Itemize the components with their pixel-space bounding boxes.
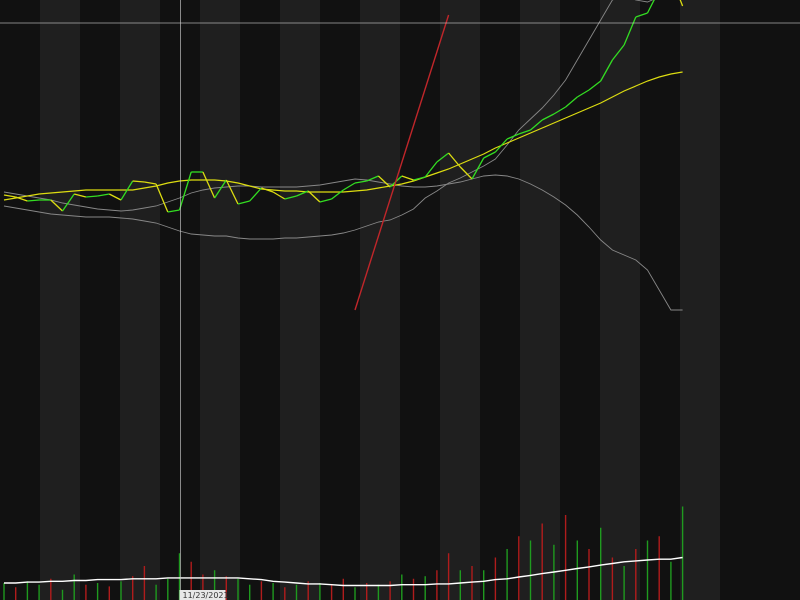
volume-bar xyxy=(658,536,660,600)
volume-bar xyxy=(447,553,450,600)
volume-bar xyxy=(459,570,461,600)
price-volume-chart[interactable]: 11/23/2021 xyxy=(0,0,800,600)
volume-bar xyxy=(494,557,497,600)
volume-bar xyxy=(284,587,286,600)
volume-bar xyxy=(155,584,157,600)
volume-bar xyxy=(401,574,403,600)
crosshair-date-label: 11/23/2021 xyxy=(183,591,229,600)
volume-bar xyxy=(319,583,321,600)
volume-bar xyxy=(588,549,590,600)
stripe xyxy=(440,0,480,600)
stripe xyxy=(120,0,160,600)
stripe xyxy=(280,0,320,600)
volume-bar xyxy=(483,570,485,600)
volume-bar xyxy=(389,581,391,600)
volume-bar xyxy=(249,584,251,600)
volume-bar xyxy=(646,540,649,600)
volume-bar xyxy=(85,584,87,600)
volume-bar xyxy=(295,584,298,600)
volume-bar xyxy=(3,583,5,600)
volume-bar xyxy=(506,549,508,600)
volume-bar xyxy=(541,523,543,600)
volume-bar xyxy=(576,540,578,600)
volume-bar xyxy=(108,586,110,600)
volume-bar xyxy=(73,574,75,600)
volume-bar xyxy=(260,581,263,600)
volume-bar xyxy=(272,583,274,600)
volume-bar xyxy=(354,587,356,600)
volume-bar xyxy=(529,540,532,600)
volume-bar xyxy=(471,566,473,600)
volume-bar xyxy=(342,578,344,600)
volume-bar xyxy=(330,584,333,600)
stripe xyxy=(200,0,240,600)
volume-bar xyxy=(26,581,29,600)
volume-bar xyxy=(518,536,520,600)
stripe xyxy=(520,0,560,600)
volume-bar xyxy=(670,561,672,600)
volume-bar xyxy=(412,578,415,600)
volume-bar xyxy=(61,589,64,600)
crosshair-date-tag: 11/23/2021 xyxy=(179,590,229,600)
stripe xyxy=(600,0,640,600)
volume-bar xyxy=(38,584,40,600)
stripe xyxy=(680,0,720,600)
stock-chart[interactable]: 11/23/2021 xyxy=(0,0,800,600)
volume-bar xyxy=(132,576,134,600)
volume-bar xyxy=(424,576,426,600)
volume-bar xyxy=(377,584,380,600)
stripe xyxy=(40,0,80,600)
volume-bar xyxy=(623,566,625,600)
volume-bar xyxy=(436,570,438,600)
volume-bar xyxy=(120,581,122,600)
volume-bar xyxy=(564,515,567,600)
stripe xyxy=(360,0,400,600)
volume-bar xyxy=(167,578,169,600)
volume-bar xyxy=(15,587,17,600)
period-stripes xyxy=(40,0,720,600)
volume-bar xyxy=(600,527,602,600)
volume-bar xyxy=(96,583,99,600)
volume-bar xyxy=(635,549,637,600)
volume-bar xyxy=(237,578,239,600)
volume-bar xyxy=(143,566,146,600)
volume-bar xyxy=(681,506,684,600)
